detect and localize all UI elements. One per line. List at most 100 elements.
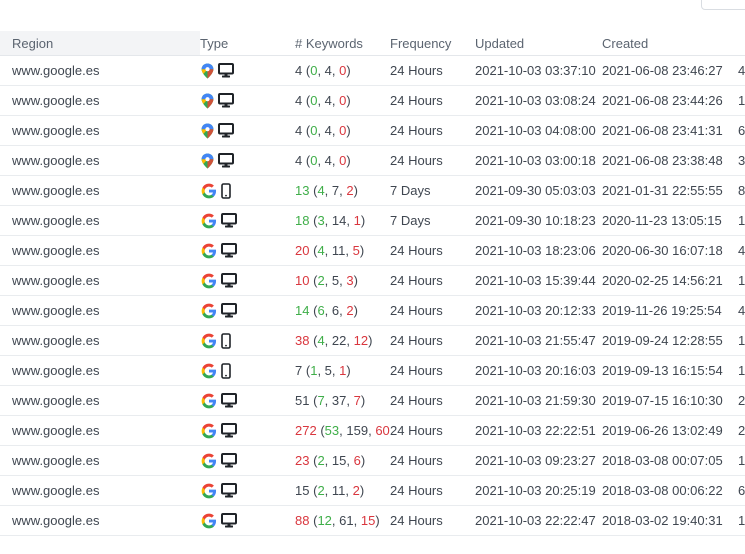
- type-cell: [200, 145, 295, 176]
- column-header-created[interactable]: Created: [602, 31, 738, 56]
- keywords-same: 37: [331, 393, 347, 408]
- column-header-type[interactable]: Type: [200, 31, 295, 56]
- extra-cell: 2: [738, 415, 745, 446]
- column-header-updated[interactable]: Updated: [475, 31, 602, 56]
- desktop-icon: [221, 243, 237, 258]
- keywords-cell: 20 (4, 11, 5): [295, 235, 390, 266]
- table-row[interactable]: www.google.es 272 (53, 159, 60) 24 Hours…: [0, 415, 745, 446]
- region-cell[interactable]: www.google.es: [0, 505, 200, 536]
- extra-cell: 4: [738, 235, 745, 266]
- table-row[interactable]: www.google.es 4 (0, 4, 0) 24 Hours 2021-…: [0, 55, 745, 86]
- keywords-same: 4: [324, 93, 332, 108]
- created-cell: 2021-06-08 23:38:48: [602, 145, 738, 176]
- region-cell[interactable]: www.google.es: [0, 175, 200, 206]
- region-cell[interactable]: www.google.es: [0, 115, 200, 146]
- updated-cell: 2021-10-03 09:23:27: [475, 445, 602, 476]
- table-row[interactable]: www.google.es 88 (12, 61, 15) 24 Hours 2…: [0, 505, 745, 536]
- type-cell: [200, 85, 295, 116]
- keywords-cell: 4 (0, 4, 0): [295, 115, 390, 146]
- desktop-icon: [218, 63, 234, 78]
- keywords-same: 11: [331, 243, 346, 258]
- table-row[interactable]: www.google.es 4 (0, 4, 0) 24 Hours 2021-…: [0, 115, 745, 146]
- keywords-total: 4: [295, 123, 303, 138]
- region-cell[interactable]: www.google.es: [0, 265, 200, 296]
- keywords-up: 4: [317, 183, 325, 198]
- table-row[interactable]: www.google.es 7 (1, 5, 1) 24 Hours 2021-…: [0, 355, 745, 386]
- region-cell[interactable]: www.google.es: [0, 55, 200, 86]
- desktop-icon: [221, 453, 237, 468]
- mobile-icon: [221, 332, 231, 349]
- type-cell: [200, 115, 295, 146]
- table-row[interactable]: www.google.es 23 (2, 15, 6) 24 Hours 202…: [0, 445, 745, 476]
- column-header-frequency[interactable]: Frequency: [390, 31, 475, 56]
- desktop-icon: [221, 423, 237, 438]
- google-icon: [201, 363, 217, 379]
- table-header-row: Region Type # Keywords Frequency Updated…: [0, 31, 745, 56]
- desktop-icon: [221, 483, 237, 498]
- table-row[interactable]: www.google.es 4 (0, 4, 0) 24 Hours 2021-…: [0, 145, 745, 176]
- type-cell: [200, 325, 295, 356]
- desktop-icon: [221, 273, 237, 288]
- region-cell[interactable]: www.google.es: [0, 325, 200, 356]
- table-row[interactable]: www.google.es 14 (6, 6, 2) 24 Hours 2021…: [0, 295, 745, 326]
- keywords-down: 7: [353, 393, 361, 408]
- frequency-cell: 7 Days: [390, 205, 475, 236]
- table-row[interactable]: www.google.es 51 (7, 37, 7) 24 Hours 202…: [0, 385, 745, 416]
- table-row[interactable]: www.google.es 38 (4, 22, 12) 24 Hours 20…: [0, 325, 745, 356]
- maps-pin-icon: [201, 123, 214, 139]
- keywords-down: 1: [353, 213, 361, 228]
- region-cell[interactable]: www.google.es: [0, 415, 200, 446]
- extra-cell: 6: [738, 115, 745, 146]
- region-cell[interactable]: www.google.es: [0, 235, 200, 266]
- keywords-cell: 272 (53, 159, 60): [295, 415, 390, 446]
- table-row[interactable]: www.google.es 15 (2, 11, 2) 24 Hours 202…: [0, 475, 745, 506]
- updated-cell: 2021-10-03 21:59:30: [475, 385, 602, 416]
- table-row[interactable]: www.google.es 4 (0, 4, 0) 24 Hours 2021-…: [0, 85, 745, 116]
- keywords-cell: 18 (3, 14, 1): [295, 205, 390, 236]
- extra-cell: 2: [738, 385, 745, 416]
- updated-cell: 2021-10-03 03:37:10: [475, 55, 602, 86]
- updated-cell: 2021-09-30 10:18:23: [475, 205, 602, 236]
- updated-cell: 2021-10-03 20:25:19: [475, 475, 602, 506]
- table-row[interactable]: www.google.es 20 (4, 11, 5) 24 Hours 202…: [0, 235, 745, 266]
- created-cell: 2019-09-13 16:15:54: [602, 355, 738, 386]
- extra-cell: 1!: [738, 205, 745, 236]
- created-cell: 2021-06-08 23:46:27: [602, 55, 738, 86]
- frequency-cell: 24 Hours: [390, 295, 475, 326]
- region-cell[interactable]: www.google.es: [0, 205, 200, 236]
- region-cell[interactable]: www.google.es: [0, 355, 200, 386]
- updated-cell: 2021-10-03 20:16:03: [475, 355, 602, 386]
- column-header-keywords[interactable]: # Keywords: [295, 31, 390, 56]
- table-row[interactable]: www.google.es 10 (2, 5, 3) 24 Hours 2021…: [0, 265, 745, 296]
- column-header-region[interactable]: Region: [0, 31, 200, 56]
- frequency-cell: 24 Hours: [390, 505, 475, 536]
- top-right-button[interactable]: [701, 0, 745, 10]
- created-cell: 2019-06-26 13:02:49: [602, 415, 738, 446]
- created-cell: 2021-06-08 23:41:31: [602, 115, 738, 146]
- updated-cell: 2021-10-03 18:23:06: [475, 235, 602, 266]
- extra-cell: 1: [738, 505, 745, 536]
- keywords-total: 51: [295, 393, 310, 408]
- updated-cell: 2021-10-03 21:55:47: [475, 325, 602, 356]
- table-row[interactable]: www.google.es 13 (4, 7, 2) 7 Days 2021-0…: [0, 175, 745, 206]
- region-cell[interactable]: www.google.es: [0, 145, 200, 176]
- created-cell: 2018-03-08 00:07:05: [602, 445, 738, 476]
- keywords-up: 7: [317, 393, 325, 408]
- frequency-cell: 24 Hours: [390, 445, 475, 476]
- region-cell[interactable]: www.google.es: [0, 385, 200, 416]
- region-cell[interactable]: www.google.es: [0, 85, 200, 116]
- updated-cell: 2021-10-03 22:22:51: [475, 415, 602, 446]
- google-icon: [201, 273, 217, 289]
- keywords-cell: 88 (12, 61, 15): [295, 505, 390, 536]
- table-row[interactable]: www.google.es 18 (3, 14, 1) 7 Days 2021-…: [0, 205, 745, 236]
- keywords-total: 13: [295, 183, 310, 198]
- region-cell[interactable]: www.google.es: [0, 475, 200, 506]
- updated-cell: 2021-09-30 05:03:03: [475, 175, 602, 206]
- type-cell: [200, 265, 295, 296]
- keywords-cell: 4 (0, 4, 0): [295, 145, 390, 176]
- region-cell[interactable]: www.google.es: [0, 445, 200, 476]
- keywords-same: 4: [324, 153, 332, 168]
- type-cell: [200, 415, 295, 446]
- region-cell[interactable]: www.google.es: [0, 295, 200, 326]
- desktop-icon: [221, 513, 237, 528]
